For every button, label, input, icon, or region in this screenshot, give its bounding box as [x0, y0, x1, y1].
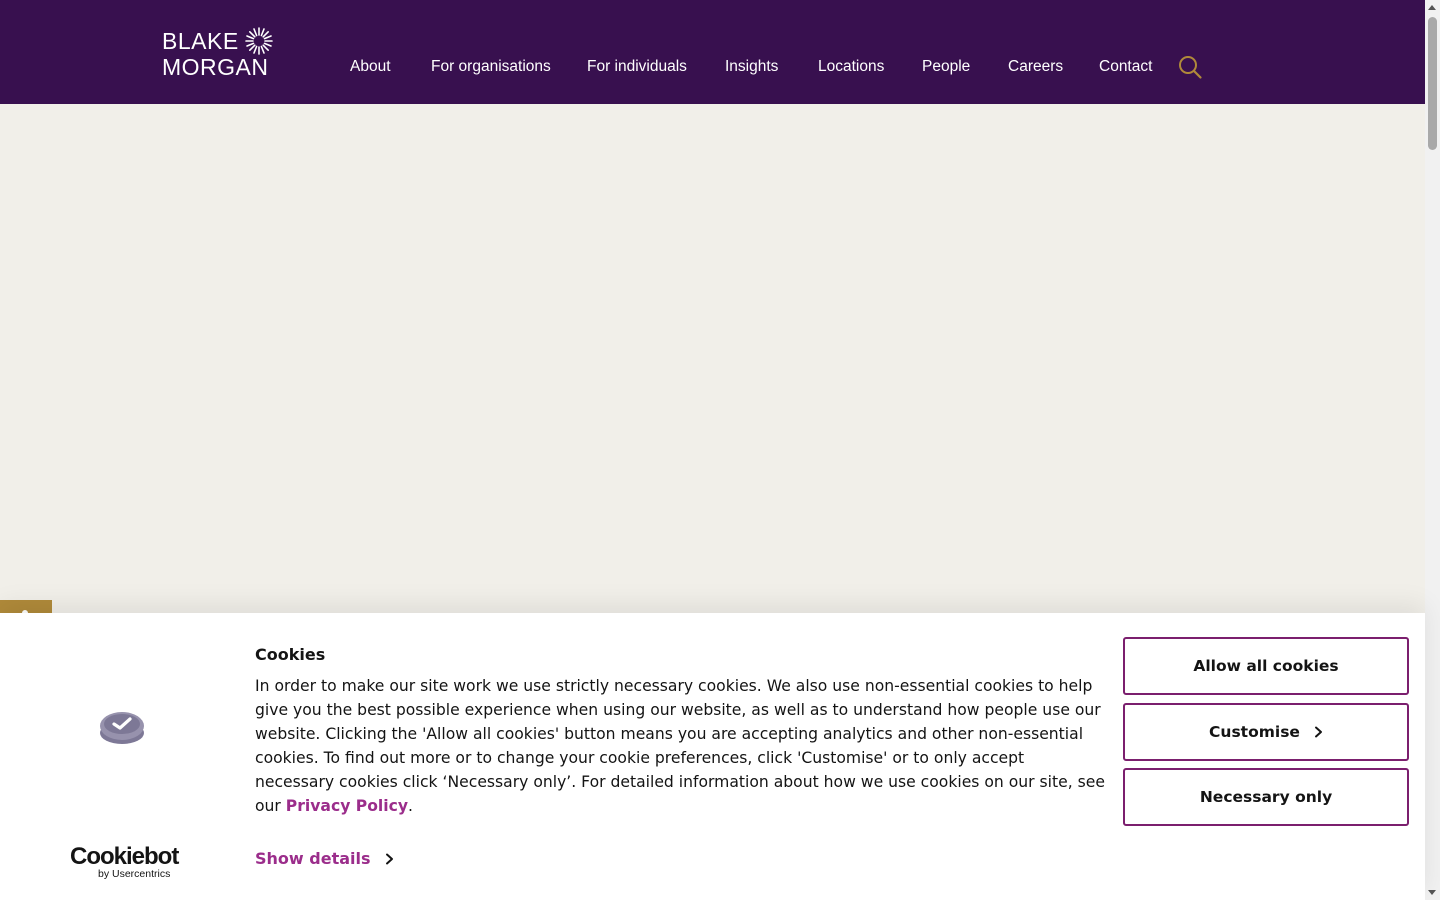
cookie-consent-icon: [100, 712, 144, 744]
nav-item-for-organisations[interactable]: For organisations: [431, 55, 551, 79]
cookie-body-end: .: [408, 797, 413, 815]
scroll-up-arrow-icon[interactable]: [1428, 5, 1436, 10]
nav-item-insights[interactable]: Insights: [725, 55, 778, 79]
cookie-banner-text: In order to make our site work we use st…: [255, 674, 1105, 818]
customise-label: Customise: [1209, 723, 1300, 741]
accessibility-tab[interactable]: [0, 600, 52, 616]
blake-morgan-logo[interactable]: BLAKE MORGAN: [162, 26, 277, 80]
site-header: BLAKE MORGAN About For organisations For…: [0, 0, 1425, 104]
logo-text-line1: BLAKE: [162, 28, 239, 54]
cookie-banner-title: Cookies: [255, 645, 326, 664]
cookie-body-text: In order to make our site work we use st…: [255, 677, 1105, 815]
allow-all-cookies-label: Allow all cookies: [1193, 657, 1339, 675]
page-scrollbar[interactable]: [1425, 0, 1440, 900]
customise-button[interactable]: Customise: [1123, 703, 1409, 761]
scroll-down-arrow-icon[interactable]: [1428, 890, 1436, 895]
nav-item-careers[interactable]: Careers: [1008, 55, 1063, 79]
show-details-label: Show details: [255, 849, 371, 868]
nav-item-people[interactable]: People: [922, 55, 970, 79]
show-details-link[interactable]: Show details: [255, 849, 394, 868]
nav-item-for-individuals[interactable]: For individuals: [587, 55, 687, 79]
cookiebot-wordmark: Cookiebot: [70, 843, 179, 870]
scroll-thumb[interactable]: [1428, 17, 1437, 150]
cookie-consent-banner: Cookiebot by Usercentrics Cookies In ord…: [0, 613, 1425, 900]
necessary-only-label: Necessary only: [1199, 788, 1333, 806]
necessary-only-button[interactable]: Necessary only: [1123, 768, 1409, 826]
allow-all-cookies-button[interactable]: Allow all cookies: [1123, 637, 1409, 695]
cookiebot-byline: by Usercentrics: [98, 868, 171, 880]
search-icon[interactable]: [1177, 54, 1203, 80]
sunburst-logo-icon: [245, 27, 273, 55]
chevron-right-icon: [385, 853, 393, 864]
chevron-right-icon: [1314, 726, 1322, 738]
nav-item-contact[interactable]: Contact: [1099, 55, 1152, 79]
hero-area: [0, 104, 1425, 614]
privacy-policy-link[interactable]: Privacy Policy: [286, 797, 408, 815]
cookiebot-logo: Cookiebot by Usercentrics: [70, 843, 180, 881]
logo-text-line2: MORGAN: [162, 54, 269, 80]
nav-item-locations[interactable]: Locations: [818, 55, 884, 79]
nav-item-about[interactable]: About: [350, 55, 391, 79]
